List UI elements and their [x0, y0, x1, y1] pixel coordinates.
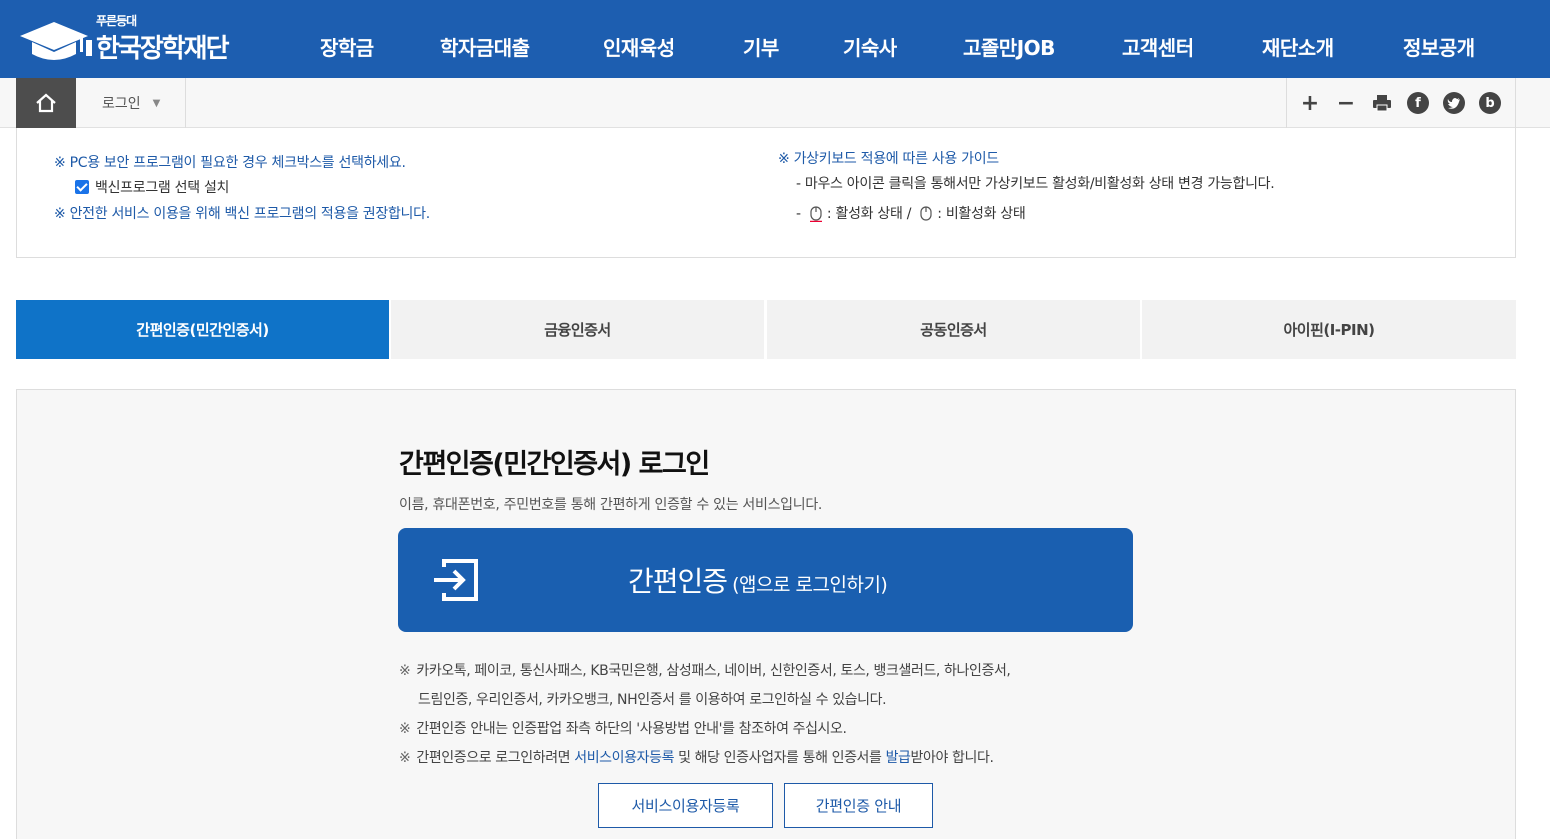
nav-student-loan[interactable]: 학자금대출 [440, 32, 530, 61]
notice-box: ※ PC용 보안 프로그램이 필요한 경우 체크박스를 선택하세요. 백신프로그… [16, 128, 1516, 258]
nav-highschool-job[interactable]: 고졸만JOB [963, 32, 1055, 61]
site-logo[interactable]: 푸른등대 한국장학재단 [16, 10, 230, 68]
location-bar: 로그인 ▼ + − f b [0, 78, 1550, 128]
nav-donation[interactable]: 기부 [743, 32, 779, 61]
nav-public-info[interactable]: 정보공개 [1403, 32, 1475, 61]
home-button[interactable] [16, 78, 76, 128]
service-register-button[interactable]: 서비스이용자등록 [598, 783, 773, 828]
page-title: 간편인증(민간인증서) 로그인 [399, 449, 710, 480]
note-supported-providers: ※ 카카오톡, 페이코, 통신사패스, KB국민은행, 삼성패스, 네이버, 신한… [399, 663, 1011, 679]
tab-financial-cert[interactable]: 금융인증서 [391, 300, 764, 359]
page-tools: + − f b [1286, 78, 1516, 128]
page-description: 이름, 휴대폰번호, 주민번호를 통해 간편하게 인증할 수 있는 서비스입니다… [399, 497, 823, 513]
twitter-icon[interactable] [1443, 92, 1465, 114]
vaccine-checkbox-row[interactable]: 백신프로그램 선택 설치 [75, 177, 229, 197]
login-button-label: 간편인증 (앱으로 로그인하기) [628, 560, 888, 600]
tab-simple-auth[interactable]: 간편인증(민간인증서) [16, 300, 389, 359]
dash: - [796, 206, 801, 222]
inactive-status-label: : 비활성화 상태 [937, 206, 1026, 222]
nav-scholarship[interactable]: 장학금 [320, 32, 374, 61]
logo-text: 푸른등대 한국장학재단 [96, 13, 230, 65]
simple-auth-login-button[interactable]: 간편인증 (앱으로 로그인하기) [398, 528, 1133, 632]
breadcrumb-current: 로그인 [102, 96, 141, 112]
virtual-keyboard-status: - : 활성화 상태 / : 비활성화 상태 [796, 203, 1026, 223]
note-supported-providers-cont: 드림인증, 우리인증서, 카카오뱅크, NH인증서 를 이용하여 로그인하실 수… [418, 692, 887, 708]
simple-auth-guide-button[interactable]: 간편인증 안내 [784, 783, 933, 828]
mouse-inactive-icon [920, 206, 932, 221]
vaccine-recommend: ※ 안전한 서비스 이용을 위해 백신 프로그램의 적용을 권장합니다. [54, 206, 430, 222]
nav-about[interactable]: 재단소개 [1262, 32, 1334, 61]
cert-issue-link[interactable]: 발급 [886, 750, 911, 766]
mouse-active-icon [809, 206, 822, 222]
nav-dormitory[interactable]: 기숙사 [843, 32, 897, 61]
blog-icon[interactable]: b [1479, 92, 1501, 114]
tab-ipin[interactable]: 아이핀(I-PIN) [1142, 300, 1516, 359]
login-panel: 간편인증(민간인증서) 로그인 이름, 휴대폰번호, 주민번호를 통해 간편하게… [16, 389, 1516, 839]
login-button-sub: (앱으로 로그인하기) [732, 574, 888, 596]
note-registration: ※ 간편인증으로 로그인하려면 서비스이용자등록 및 해당 인증사업자를 통해 인… [399, 750, 994, 766]
logo-slogan: 푸른등대 [96, 13, 137, 28]
print-icon[interactable] [1371, 92, 1393, 114]
home-icon [36, 93, 56, 113]
site-header: 푸른등대 한국장학재단 장학금 학자금대출 인재육성 기부 기숙사 고졸만JOB… [0, 0, 1550, 78]
logo-name: 한국장학재단 [96, 33, 230, 64]
tab-joint-cert[interactable]: 공동인증서 [767, 300, 1140, 359]
graduation-cap-icon [20, 22, 92, 60]
auth-tabs: 간편인증(민간인증서) 금융인증서 공동인증서 아이핀(I-PIN) [16, 300, 1516, 359]
service-register-link[interactable]: 서비스이용자등록 [574, 750, 674, 766]
zoom-in-icon[interactable]: + [1299, 91, 1321, 116]
note-usage-guide: ※ 간편인증 안내는 인증팝업 좌측 하단의 '사용방법 안내'를 참조하여 주십… [399, 721, 847, 737]
vaccine-checkbox-label: 백신프로그램 선택 설치 [95, 180, 230, 196]
nav-customer-center[interactable]: 고객센터 [1122, 32, 1194, 61]
facebook-icon[interactable]: f [1407, 92, 1429, 114]
login-enter-icon [434, 559, 478, 601]
caret-down-icon: ▼ [152, 97, 161, 109]
zoom-out-icon[interactable]: − [1335, 91, 1357, 116]
virtual-keyboard-guide-title: ※ 가상키보드 적용에 따른 사용 가이드 [778, 151, 999, 167]
nav-talent[interactable]: 인재육성 [603, 32, 675, 61]
security-notice: ※ PC용 보안 프로그램이 필요한 경우 체크박스를 선택하세요. [54, 155, 406, 171]
login-button-main: 간편인증 [628, 565, 728, 598]
vaccine-checkbox[interactable] [75, 180, 89, 194]
active-status-label: : 활성화 상태 / [826, 206, 912, 222]
virtual-keyboard-guide-text: - 마우스 아이콘 클릭을 통해서만 가상키보드 활성화/비활성화 상태 변경 … [796, 176, 1275, 192]
breadcrumb-dropdown[interactable]: 로그인 ▼ [76, 78, 186, 128]
